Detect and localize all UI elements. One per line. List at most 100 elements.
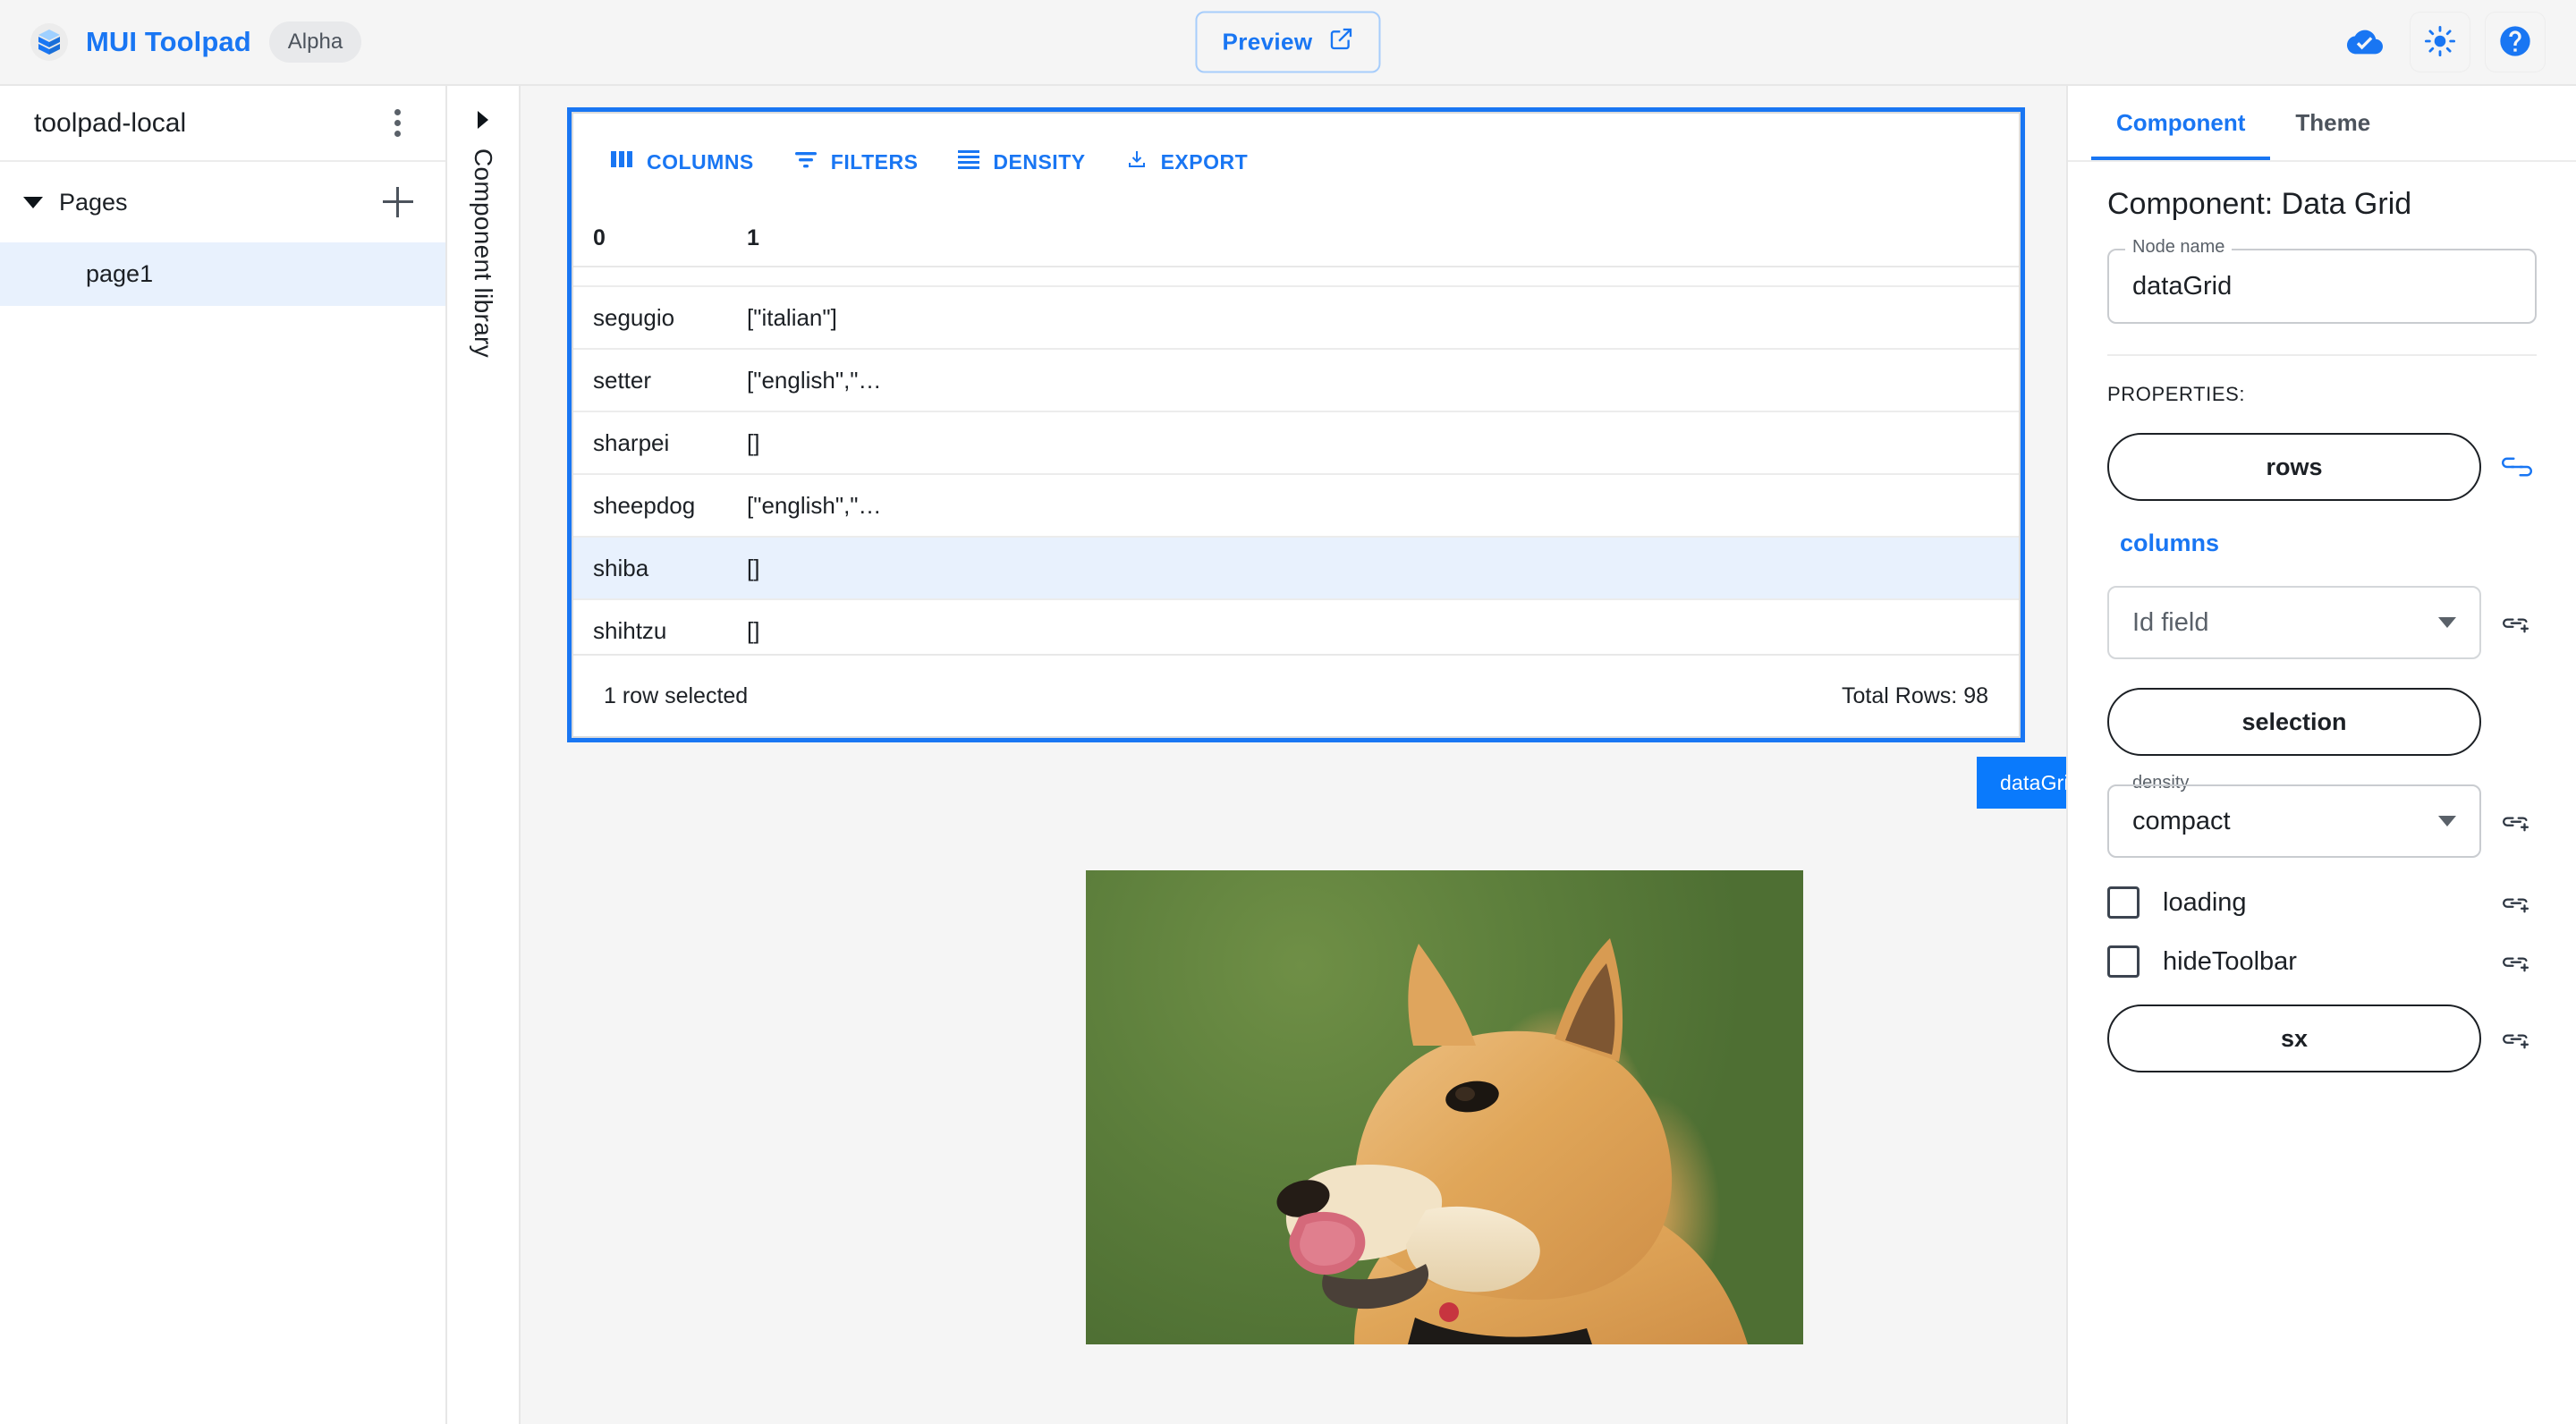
data-grid-toolbar: COLUMNS FILTERS DENSITY EXPORT <box>573 114 2019 210</box>
loading-property-row: loading <box>2107 886 2537 919</box>
divider <box>2107 354 2537 356</box>
table-row[interactable]: sharpei [] <box>573 412 2019 475</box>
project-sidebar: toolpad-local Pages page1 <box>0 86 447 1424</box>
loading-checkbox[interactable] <box>2107 886 2140 919</box>
data-grid-component[interactable]: COLUMNS FILTERS DENSITY EXPORT 0 1 segug… <box>567 107 2025 742</box>
hide-toolbar-property-row: hideToolbar <box>2107 945 2537 978</box>
cell-1: ["english","… <box>747 366 882 394</box>
rows-button[interactable]: rows <box>2107 433 2481 501</box>
chevron-down-icon <box>2438 617 2456 628</box>
project-name: toolpad-local <box>34 107 187 138</box>
cloud-done-icon <box>2334 12 2395 72</box>
table-row-partial[interactable] <box>573 267 2019 287</box>
export-button[interactable]: EXPORT <box>1109 138 1265 186</box>
table-row-selected[interactable]: shiba [] <box>573 538 2019 600</box>
columns-icon <box>611 149 634 174</box>
pages-group-label: Pages <box>59 188 128 216</box>
tab-component[interactable]: Component <box>2091 86 2271 160</box>
data-grid: COLUMNS FILTERS DENSITY EXPORT 0 1 segug… <box>572 112 2021 738</box>
component-library-rail[interactable]: Component library <box>447 86 521 1424</box>
data-grid-body[interactable]: segugio ["italian"] setter ["english","…… <box>573 267 2019 654</box>
cell-1: ["italian"] <box>747 303 837 331</box>
filters-button[interactable]: FILTERS <box>777 138 935 186</box>
add-link-icon[interactable] <box>2497 809 2537 833</box>
column-header-1[interactable]: 1 <box>740 225 2019 251</box>
kebab-menu-icon[interactable] <box>384 102 411 144</box>
selection-property-row: selection <box>2107 688 2537 756</box>
version-badge: Alpha <box>268 21 362 63</box>
sx-button[interactable]: sx <box>2107 1004 2481 1072</box>
total-rows-status: Total Rows: 98 <box>1842 682 1988 708</box>
table-row[interactable]: sheepdog ["english","… <box>573 475 2019 538</box>
caret-right-icon[interactable] <box>478 111 488 129</box>
preview-button[interactable]: Preview <box>1195 11 1381 73</box>
hide-toolbar-checkbox[interactable] <box>2107 945 2140 978</box>
node-name-field[interactable]: Node name dataGrid <box>2107 237 2537 324</box>
app-header: MUI Toolpad Alpha Preview <box>0 0 2576 86</box>
id-field-property-row: Id field <box>2107 586 2537 659</box>
page-canvas: COLUMNS FILTERS DENSITY EXPORT 0 1 segug… <box>521 86 2066 1424</box>
column-header-0[interactable]: 0 <box>573 225 740 251</box>
toolpad-logo-icon <box>30 23 68 61</box>
table-row[interactable]: shihtzu [] <box>573 600 2019 654</box>
editor-body: toolpad-local Pages page1 Component libr… <box>0 86 2576 1424</box>
filters-button-label: FILTERS <box>830 149 919 174</box>
preview-button-label: Preview <box>1222 28 1313 55</box>
id-field-value: Id field <box>2132 607 2209 637</box>
shiba-inu-dog-photo <box>1276 938 1748 1344</box>
columns-button-label: COLUMNS <box>647 149 754 174</box>
hide-toolbar-label: hideToolbar <box>2163 946 2297 976</box>
columns-property-row: columns <box>2107 530 2537 557</box>
cell-0: sharpei <box>593 428 670 456</box>
project-header: toolpad-local <box>0 86 445 162</box>
columns-link[interactable]: columns <box>2107 530 2219 557</box>
preview-container: Preview <box>1195 11 1381 73</box>
toolpad-editor: MUI Toolpad Alpha Preview toolpad-local … <box>0 0 2576 1424</box>
rows-property-row: rows <box>2107 433 2537 501</box>
link-connected-icon[interactable] <box>2497 456 2537 478</box>
inspector-tabs: Component Theme <box>2068 86 2576 162</box>
image-component[interactable] <box>1086 870 1803 1344</box>
chevron-down-icon <box>2438 816 2456 826</box>
id-field-select[interactable]: Id field <box>2107 586 2481 659</box>
help-circle-icon <box>2497 23 2533 62</box>
sx-property-row: sx <box>2107 1004 2537 1072</box>
cell-0: shiba <box>593 554 649 581</box>
density-value: compact <box>2132 806 2231 835</box>
help-button[interactable] <box>2485 12 2546 72</box>
table-row[interactable]: segugio ["italian"] <box>573 287 2019 350</box>
columns-button[interactable]: COLUMNS <box>595 139 770 185</box>
add-page-button[interactable] <box>377 182 419 223</box>
add-link-icon[interactable] <box>2497 1027 2537 1050</box>
selection-button[interactable]: selection <box>2107 688 2481 756</box>
caret-down-icon[interactable] <box>23 196 43 208</box>
pages-group-header[interactable]: Pages <box>0 162 445 242</box>
sidebar-item-page1[interactable]: page1 <box>0 242 445 306</box>
open-in-new-icon <box>1329 27 1354 58</box>
component-library-label: Component library <box>470 148 497 358</box>
tab-theme[interactable]: Theme <box>2270 86 2395 160</box>
brand: MUI Toolpad Alpha <box>30 21 362 63</box>
density-field[interactable]: density compact <box>2107 773 2481 858</box>
density-property-row: density compact <box>2107 773 2537 858</box>
app-title: MUI Toolpad <box>86 26 251 57</box>
header-actions <box>2334 12 2546 72</box>
selected-rows-status: 1 row selected <box>604 682 749 708</box>
cell-1: [] <box>747 554 760 581</box>
density-button[interactable]: DENSITY <box>941 139 1101 185</box>
add-link-icon[interactable] <box>2497 950 2537 973</box>
cell-1: [] <box>747 428 760 456</box>
download-icon <box>1125 148 1148 175</box>
table-row[interactable]: setter ["english","… <box>573 350 2019 412</box>
node-selection-toolbar: dataGrid <box>1977 757 2066 809</box>
cell-1: ["english","… <box>747 491 882 519</box>
density-icon <box>957 149 980 174</box>
loading-label: loading <box>2163 887 2247 917</box>
theme-toggle-button[interactable] <box>2410 12 2470 72</box>
density-select[interactable]: compact <box>2107 784 2481 858</box>
node-name-input[interactable]: dataGrid <box>2107 249 2537 324</box>
data-grid-header-row: 0 1 <box>573 210 2019 267</box>
add-link-icon[interactable] <box>2497 891 2537 914</box>
inspector-panel: Component Theme Component: Data Grid Nod… <box>2066 86 2576 1424</box>
add-link-icon[interactable] <box>2497 611 2537 634</box>
